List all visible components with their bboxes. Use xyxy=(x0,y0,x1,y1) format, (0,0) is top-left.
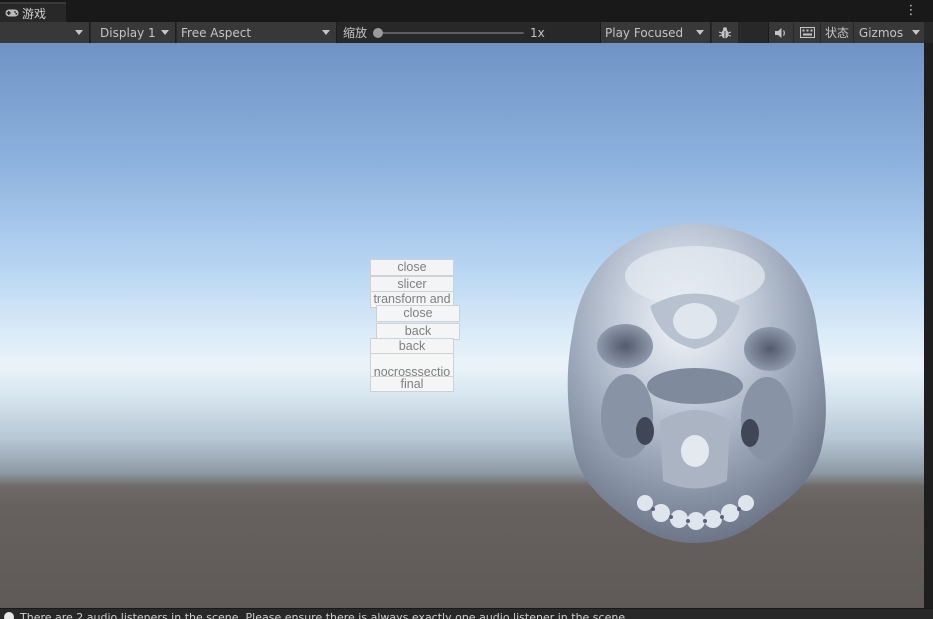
display-dropdown[interactable]: Display 1 xyxy=(91,22,176,43)
chevron-down-icon xyxy=(912,30,920,35)
speaker-icon xyxy=(775,27,785,38)
slicer-button-label: slicer xyxy=(397,277,427,291)
stats-label: 状态 xyxy=(824,26,849,40)
viewport-border xyxy=(924,43,933,608)
gizmos-label: Gizmos xyxy=(858,25,904,40)
bug-icon xyxy=(718,26,732,38)
keyboard-icon xyxy=(799,27,815,38)
tab-game[interactable]: 游戏 xyxy=(0,2,66,22)
frame-debugger-button[interactable] xyxy=(712,22,738,43)
chevron-down-icon xyxy=(322,30,330,35)
aspect-label: Free Aspect xyxy=(181,25,252,40)
gamepad-icon xyxy=(5,9,19,17)
mute-audio-button[interactable] xyxy=(769,22,793,43)
keyboard-shortcuts-button[interactable] xyxy=(794,22,820,43)
status-bar[interactable]: There are 2 audio listeners in the scene… xyxy=(0,608,933,619)
gizmos-button[interactable]: Gizmos xyxy=(854,22,908,43)
scale-label: 缩放 xyxy=(343,26,368,40)
scale-slider-thumb[interactable] xyxy=(373,28,383,38)
play-mode-label: Play Focused xyxy=(605,25,684,40)
final-button[interactable]: final xyxy=(370,376,454,392)
scale-value: 1x xyxy=(530,25,545,40)
skull-model xyxy=(567,224,826,543)
close-button-2[interactable]: close xyxy=(376,305,460,322)
gizmos-dropdown[interactable] xyxy=(908,22,924,43)
chevron-down-icon xyxy=(75,30,83,35)
chevron-down-icon xyxy=(696,30,704,35)
back-button-2-label: back xyxy=(398,339,426,353)
game-view-type-dropdown[interactable] xyxy=(0,22,90,43)
tab-title: 游戏 xyxy=(22,6,47,21)
close-button-2-label: close xyxy=(403,306,433,320)
tab-strip: 游戏 ⋮ xyxy=(0,0,933,23)
more-menu-icon[interactable]: ⋮ xyxy=(903,3,919,19)
scale-slider-track[interactable] xyxy=(378,32,524,34)
close-button[interactable]: close xyxy=(370,259,454,276)
display-label: Display 1 xyxy=(100,25,156,40)
close-button-label: close xyxy=(397,260,427,274)
chevron-down-icon xyxy=(161,30,169,35)
final-button-label: final xyxy=(400,377,424,391)
game-viewport[interactable]: close slicer transform and close back ba… xyxy=(0,43,924,608)
transform-and-button-label: transform and xyxy=(373,292,451,306)
nocrosssection-button[interactable]: nocrosssectio n xyxy=(370,353,454,377)
play-mode-dropdown[interactable]: Play Focused xyxy=(601,22,711,43)
stats-button[interactable]: 状态 xyxy=(821,22,853,43)
back-button-label: back xyxy=(404,324,432,338)
aspect-dropdown[interactable]: Free Aspect xyxy=(177,22,337,43)
game-toolbar: Display 1 Free Aspect 缩放 1x Play Focused xyxy=(0,22,933,44)
